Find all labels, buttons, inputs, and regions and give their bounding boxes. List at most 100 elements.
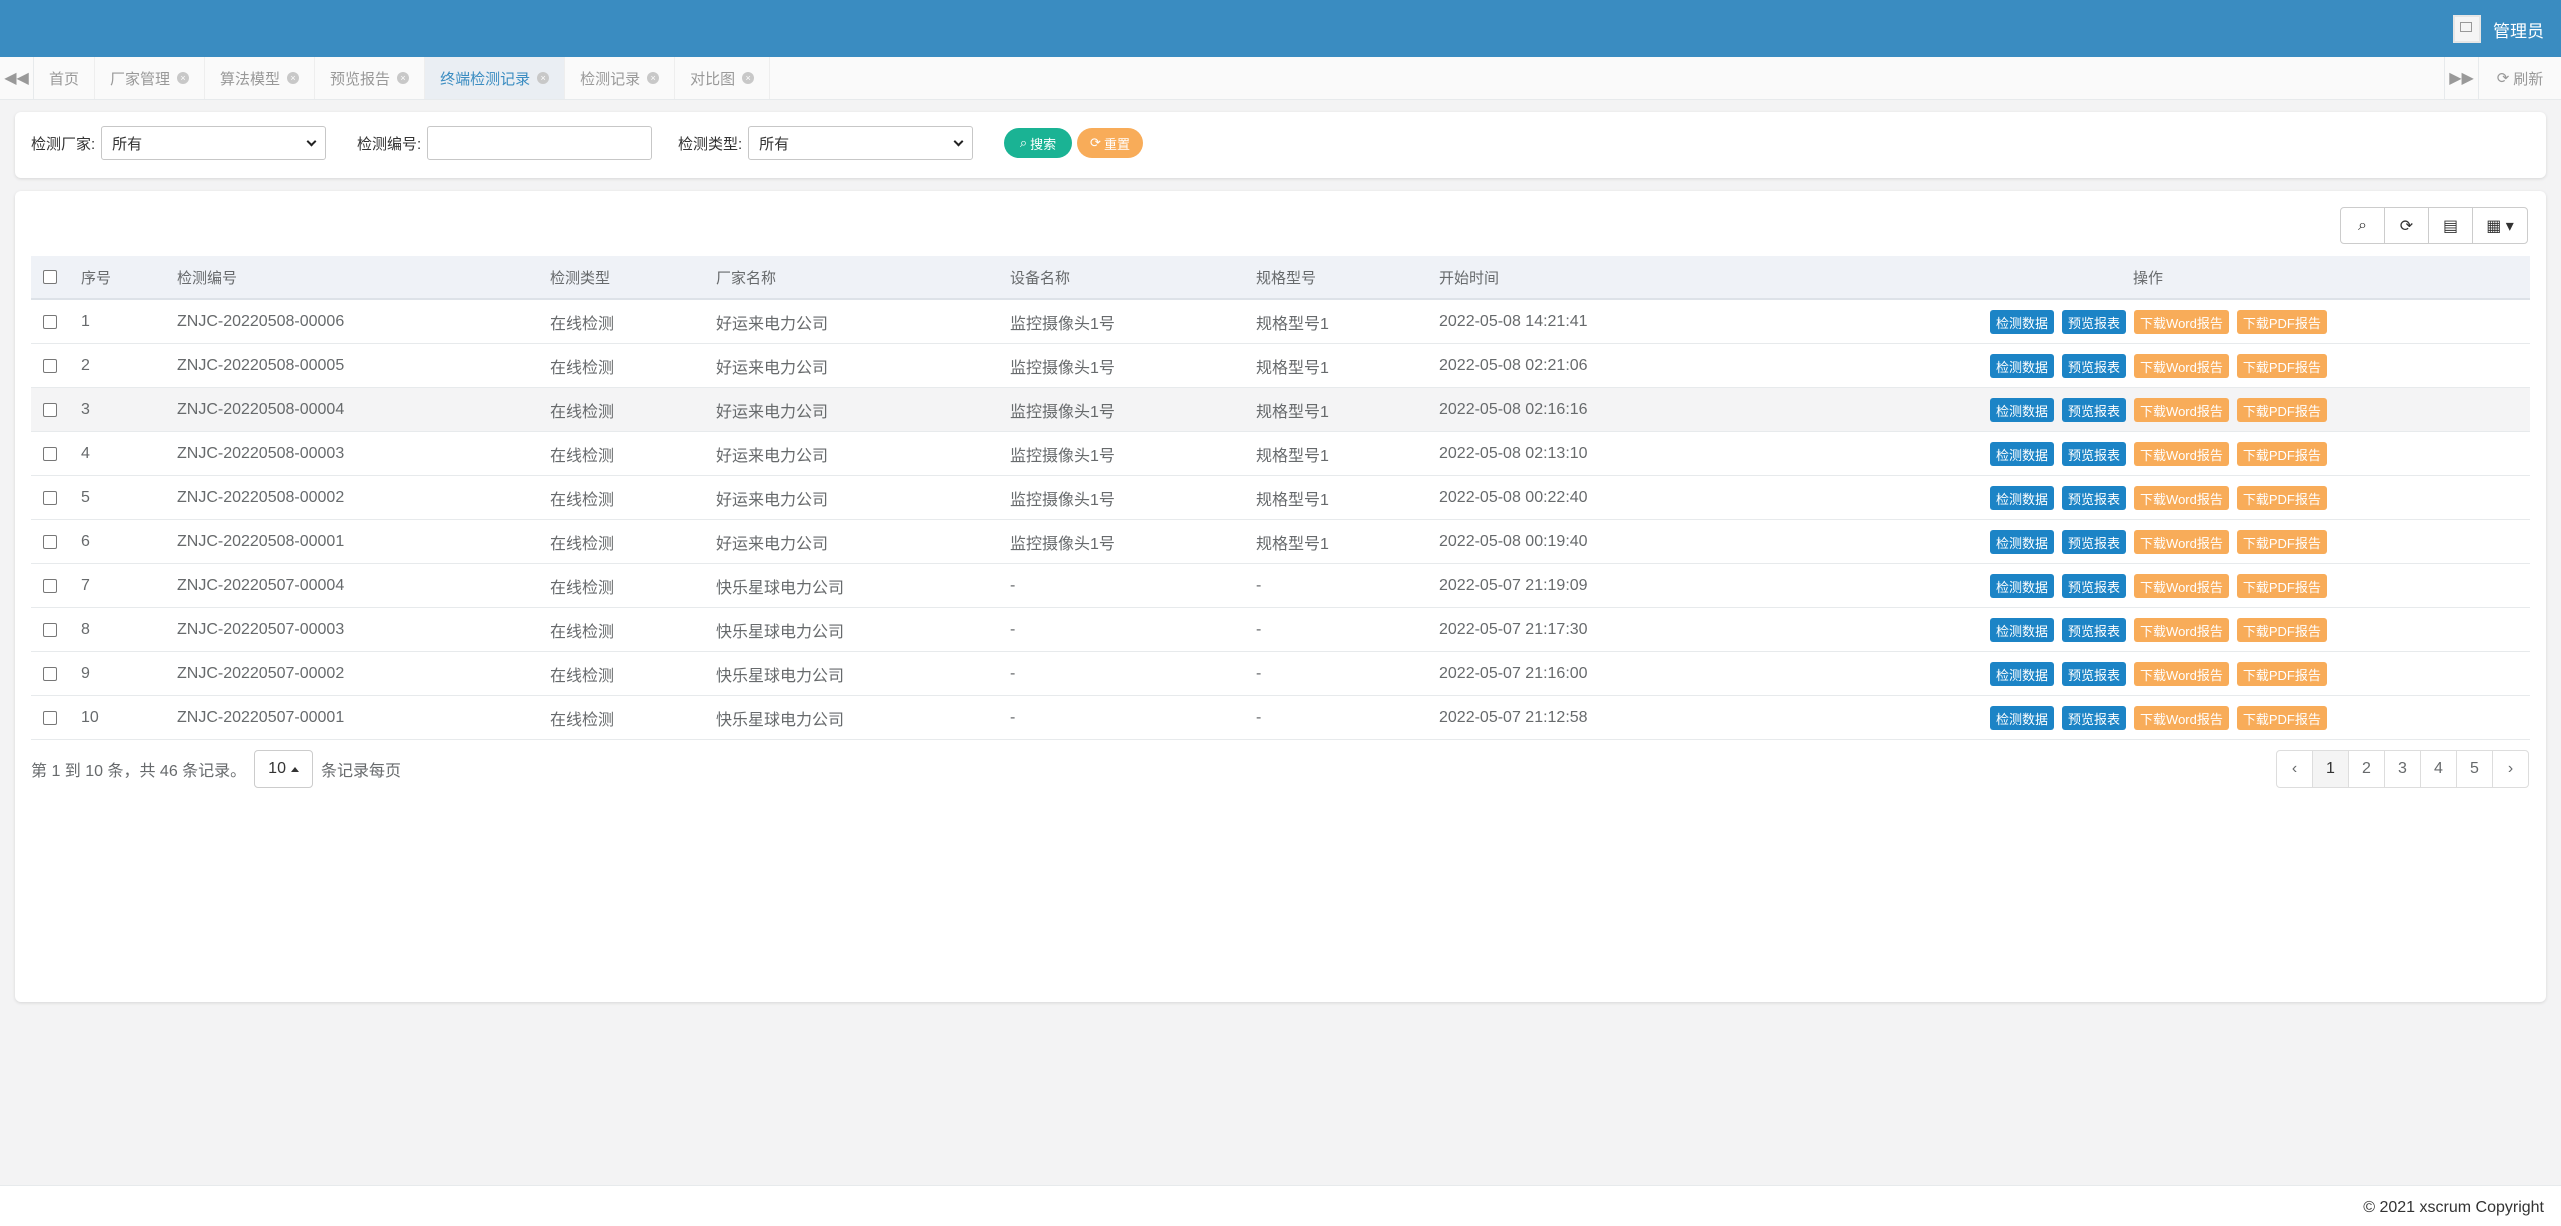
tab-preview-report[interactable]: 预览报告 ×: [315, 57, 426, 99]
row-checkbox[interactable]: [43, 608, 57, 651]
column-header-model[interactable]: 规格型号: [1256, 256, 1316, 298]
detection-type-select[interactable]: 所有: [748, 126, 974, 160]
detection-data-button[interactable]: 检测数据: [1990, 486, 2055, 510]
row-checkbox[interactable]: [43, 696, 57, 739]
scroll-tabs-right-button[interactable]: ▶▶: [2444, 57, 2478, 99]
download-pdf-button[interactable]: 下载PDF报告: [2236, 398, 2327, 422]
select-all-checkbox[interactable]: [43, 256, 57, 298]
avatar[interactable]: [2453, 15, 2481, 43]
column-header-code[interactable]: 检测编号: [177, 256, 237, 298]
refresh-table-button[interactable]: ⟳: [2384, 207, 2429, 244]
detection-data-button[interactable]: 检测数据: [1990, 310, 2055, 334]
row-checkbox[interactable]: [43, 476, 57, 519]
close-icon[interactable]: ×: [647, 72, 660, 84]
columns-dropdown-button[interactable]: ▦ ▾: [2472, 207, 2528, 244]
download-word-button[interactable]: 下载Word报告: [2134, 398, 2229, 422]
detection-data-button[interactable]: 检测数据: [1990, 662, 2055, 686]
download-word-button[interactable]: 下载Word报告: [2134, 618, 2229, 642]
table-row[interactable]: 4 ZNJC-20220508-00003 在线检测 好运来电力公司 监控摄像头1号 规格…: [31, 432, 2530, 476]
close-icon[interactable]: ×: [537, 72, 550, 84]
table-row[interactable]: 2 ZNJC-20220508-00005 在线检测 好运来电力公司 监控摄像头1号 规格…: [31, 344, 2530, 388]
table-row[interactable]: 8 ZNJC-20220507-00003 在线检测 快乐星球电力公司 - - 2022-0…: [31, 608, 2530, 652]
tab-algorithm-model[interactable]: 算法模型 ×: [205, 57, 316, 99]
column-header-no[interactable]: 序号: [81, 256, 111, 298]
row-checkbox[interactable]: [43, 388, 57, 431]
preview-report-button[interactable]: 预览报表: [2062, 354, 2127, 378]
tab-terminal-detection-records[interactable]: 终端检测记录 ×: [425, 57, 566, 99]
detection-data-button[interactable]: 检测数据: [1990, 354, 2055, 378]
scroll-tabs-left-button[interactable]: ◀◀: [0, 57, 34, 99]
download-word-button[interactable]: 下载Word报告: [2134, 486, 2229, 510]
preview-report-button[interactable]: 预览报表: [2062, 706, 2127, 730]
search-button[interactable]: ⌕ 搜索: [1004, 128, 1072, 158]
download-word-button[interactable]: 下载Word报告: [2134, 530, 2229, 554]
close-icon[interactable]: ×: [397, 72, 410, 84]
detection-data-button[interactable]: 检测数据: [1990, 442, 2055, 466]
row-checkbox[interactable]: [43, 344, 57, 387]
preview-report-button[interactable]: 预览报表: [2062, 398, 2127, 422]
page-next-button[interactable]: ›: [2492, 750, 2529, 788]
download-word-button[interactable]: 下载Word报告: [2134, 310, 2229, 334]
close-icon[interactable]: ×: [177, 72, 190, 84]
close-icon[interactable]: ×: [742, 72, 755, 84]
toggle-search-button[interactable]: ⌕: [2340, 207, 2385, 244]
download-word-button[interactable]: 下载Word报告: [2134, 662, 2229, 686]
download-word-button[interactable]: 下载Word报告: [2134, 354, 2229, 378]
table-row[interactable]: 3 ZNJC-20220508-00004 在线检测 好运来电力公司 监控摄像头1号 规格…: [31, 388, 2530, 432]
download-pdf-button[interactable]: 下载PDF报告: [2236, 354, 2327, 378]
detection-code-input[interactable]: [427, 126, 653, 160]
download-pdf-button[interactable]: 下载PDF报告: [2236, 486, 2327, 510]
column-header-vendor[interactable]: 厂家名称: [716, 256, 776, 298]
column-header-type[interactable]: 检测类型: [550, 256, 610, 298]
page-button-2[interactable]: 2: [2348, 750, 2385, 788]
download-pdf-button[interactable]: 下载PDF报告: [2236, 442, 2327, 466]
table-row[interactable]: 7 ZNJC-20220507-00004 在线检测 快乐星球电力公司 - - 2022-0…: [31, 564, 2530, 608]
page-button-4[interactable]: 4: [2420, 750, 2457, 788]
detection-data-button[interactable]: 检测数据: [1990, 706, 2055, 730]
detection-data-button[interactable]: 检测数据: [1990, 618, 2055, 642]
page-button-3[interactable]: 3: [2384, 750, 2421, 788]
close-icon[interactable]: ×: [287, 72, 300, 84]
tab-home[interactable]: 首页: [34, 57, 96, 99]
preview-report-button[interactable]: 预览报表: [2062, 530, 2127, 554]
download-pdf-button[interactable]: 下载PDF报告: [2236, 706, 2327, 730]
user-menu[interactable]: 管理员: [2453, 15, 2544, 43]
download-pdf-button[interactable]: 下载PDF报告: [2236, 618, 2327, 642]
row-checkbox[interactable]: [43, 520, 57, 563]
page-size-dropdown[interactable]: 10: [254, 750, 313, 788]
column-header-start-time[interactable]: 开始时间: [1439, 256, 1499, 298]
download-pdf-button[interactable]: 下载PDF报告: [2236, 310, 2327, 334]
preview-report-button[interactable]: 预览报表: [2062, 662, 2127, 686]
user-name[interactable]: 管理员: [2493, 17, 2544, 42]
row-checkbox[interactable]: [43, 300, 57, 343]
table-row[interactable]: 1 ZNJC-20220508-00006 在线检测 好运来电力公司 监控摄像头1号 规格…: [31, 300, 2530, 344]
table-row[interactable]: 5 ZNJC-20220508-00002 在线检测 好运来电力公司 监控摄像头1号 规格…: [31, 476, 2530, 520]
row-checkbox[interactable]: [43, 432, 57, 475]
download-pdf-button[interactable]: 下载PDF报告: [2236, 530, 2327, 554]
detection-data-button[interactable]: 检测数据: [1990, 574, 2055, 598]
preview-report-button[interactable]: 预览报表: [2062, 574, 2127, 598]
download-pdf-button[interactable]: 下载PDF报告: [2236, 662, 2327, 686]
preview-report-button[interactable]: 预览报表: [2062, 618, 2127, 642]
preview-report-button[interactable]: 预览报表: [2062, 486, 2127, 510]
download-word-button[interactable]: 下载Word报告: [2134, 706, 2229, 730]
vendor-select[interactable]: 所有: [101, 126, 327, 160]
preview-report-button[interactable]: 预览报表: [2062, 310, 2127, 334]
refresh-button[interactable]: ⟳ 刷新: [2478, 57, 2561, 99]
row-checkbox[interactable]: [43, 564, 57, 607]
page-button-5[interactable]: 5: [2456, 750, 2493, 788]
detection-data-button[interactable]: 检测数据: [1990, 398, 2055, 422]
page-button-1[interactable]: 1: [2312, 750, 2349, 788]
page-prev-button[interactable]: ‹: [2276, 750, 2313, 788]
download-word-button[interactable]: 下载Word报告: [2134, 442, 2229, 466]
column-header-device[interactable]: 设备名称: [1010, 256, 1070, 298]
table-row[interactable]: 9 ZNJC-20220507-00002 在线检测 快乐星球电力公司 - - 2022-0…: [31, 652, 2530, 696]
toggle-view-button[interactable]: ▤: [2428, 207, 2473, 244]
download-word-button[interactable]: 下载Word报告: [2134, 574, 2229, 598]
tab-comparison-chart[interactable]: 对比图 ×: [675, 57, 771, 99]
tab-detection-records[interactable]: 检测记录 ×: [565, 57, 676, 99]
detection-data-button[interactable]: 检测数据: [1990, 530, 2055, 554]
preview-report-button[interactable]: 预览报表: [2062, 442, 2127, 466]
download-pdf-button[interactable]: 下载PDF报告: [2236, 574, 2327, 598]
table-row[interactable]: 6 ZNJC-20220508-00001 在线检测 好运来电力公司 监控摄像头1号 规格…: [31, 520, 2530, 564]
